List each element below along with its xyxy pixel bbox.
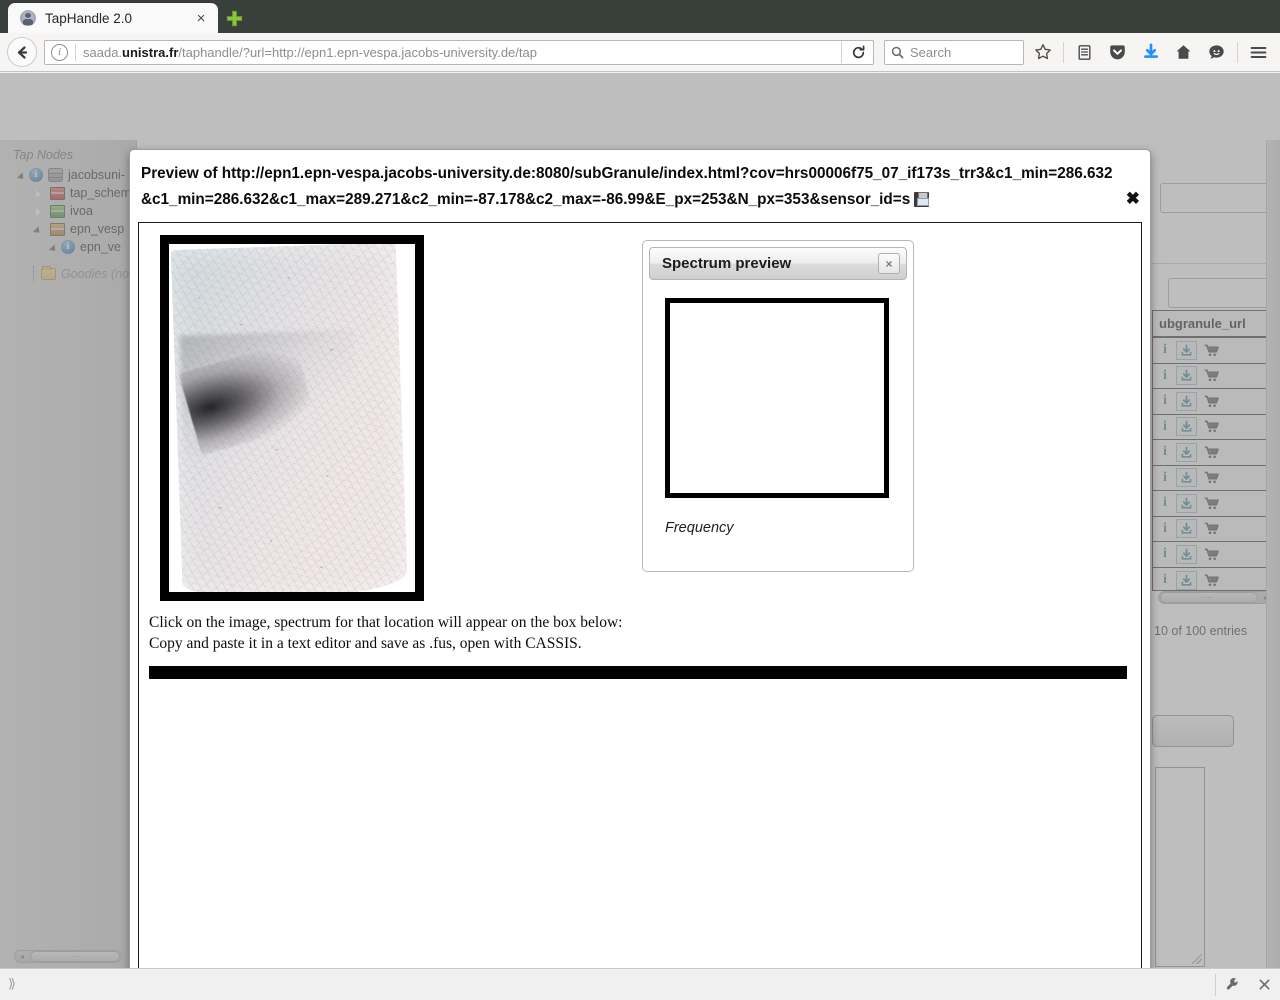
modal-close-button[interactable]: ✖ <box>1126 190 1140 207</box>
search-icon <box>891 46 904 58</box>
wrench-icon[interactable] <box>1216 970 1248 1000</box>
plus-icon <box>226 10 242 26</box>
instructions-line-1: Click on the image, spectrum for that lo… <box>149 614 623 631</box>
spectrum-panel-title: Spectrum preview <box>662 255 792 272</box>
toolbar-divider <box>1063 41 1064 63</box>
empty-spectrum-plot <box>665 298 889 498</box>
url-path: /taphandle/?url=http://epn1.epn-vespa.ja… <box>178 44 537 60</box>
tab-strip: TapHandle 2.0 × <box>0 0 1280 33</box>
instructions-line-2: Copy and paste it in a text editor and s… <box>149 635 582 652</box>
page-viewport: Tap Nodes i jacobsuni- tap_schem ivoa <box>0 73 1280 968</box>
bookmark-star-icon[interactable] <box>1028 38 1057 67</box>
floppy-disk-icon[interactable] <box>914 191 930 207</box>
search-bar[interactable]: Search <box>884 39 1024 65</box>
hamburger-menu-icon[interactable] <box>1244 38 1273 67</box>
tab-title: TapHandle 2.0 <box>45 10 133 26</box>
home-icon[interactable] <box>1169 38 1198 67</box>
new-tab-button[interactable] <box>220 3 248 33</box>
search-placeholder: Search <box>910 44 952 60</box>
browser-tab-taphandle[interactable]: TapHandle 2.0 × <box>8 3 218 33</box>
spectrum-panel-header: Spectrum preview × <box>649 247 907 280</box>
preview-modal: Preview of http://epn1.epn-vespa.jacobs-… <box>129 149 1151 968</box>
modal-body: Spectrum preview × Frequency Click on th… <box>138 222 1142 968</box>
reload-button[interactable] <box>845 41 871 64</box>
modal-header: Preview of http://epn1.epn-vespa.jacobs-… <box>130 150 1150 222</box>
url-text: saada.unistra.fr/taphandle/?url=http://e… <box>83 45 838 60</box>
tab-close-icon[interactable]: × <box>192 9 210 27</box>
pocket-icon[interactable] <box>1103 38 1132 67</box>
planetary-surface-preview[interactable] <box>160 235 424 601</box>
reload-icon <box>852 45 864 58</box>
menu-divider <box>1237 41 1238 63</box>
spectrum-output-textarea[interactable] <box>149 679 1127 968</box>
modal-title-text: Preview of http://epn1.epn-vespa.jacobs-… <box>141 165 1113 208</box>
spectrum-close-button[interactable]: × <box>878 253 900 274</box>
navigation-toolbar: i saada.unistra.fr/taphandle/?url=http:/… <box>0 33 1280 72</box>
console-prompt[interactable]: ⟫ <box>8 977 16 992</box>
address-bar[interactable]: i saada.unistra.fr/taphandle/?url=http:/… <box>44 39 874 65</box>
spectrum-axis-label: Frequency <box>665 520 734 536</box>
back-arrow-icon <box>17 45 27 59</box>
back-button[interactable] <box>7 37 37 67</box>
reload-divider <box>841 41 842 63</box>
sync-chat-icon[interactable] <box>1202 38 1231 67</box>
surface-image <box>169 244 415 592</box>
modal-title: Preview of http://epn1.epn-vespa.jacobs-… <box>141 161 1120 212</box>
taphandle-app: Tap Nodes i jacobsuni- tap_schem ivoa <box>0 73 1280 968</box>
instructions-text: Click on the image, spectrum for that lo… <box>149 612 1049 654</box>
spectrum-output-header-bar <box>149 666 1127 679</box>
url-domain: unistra.fr <box>122 44 179 60</box>
reader-list-icon[interactable] <box>1070 38 1099 67</box>
site-identity-icon[interactable]: i <box>51 43 68 61</box>
tab-favicon-icon <box>20 10 36 26</box>
developer-console-bar: ⟫ <box>0 968 1280 1000</box>
spectrum-preview-panel: Spectrum preview × Frequency <box>642 240 914 572</box>
url-prefix: saada. <box>83 44 123 60</box>
close-icon[interactable] <box>1248 970 1280 1000</box>
url-divider <box>75 43 76 61</box>
browser-window: TapHandle 2.0 × i saada.unistra.fr/tapha… <box>0 0 1280 1000</box>
downloads-icon[interactable] <box>1136 38 1165 67</box>
